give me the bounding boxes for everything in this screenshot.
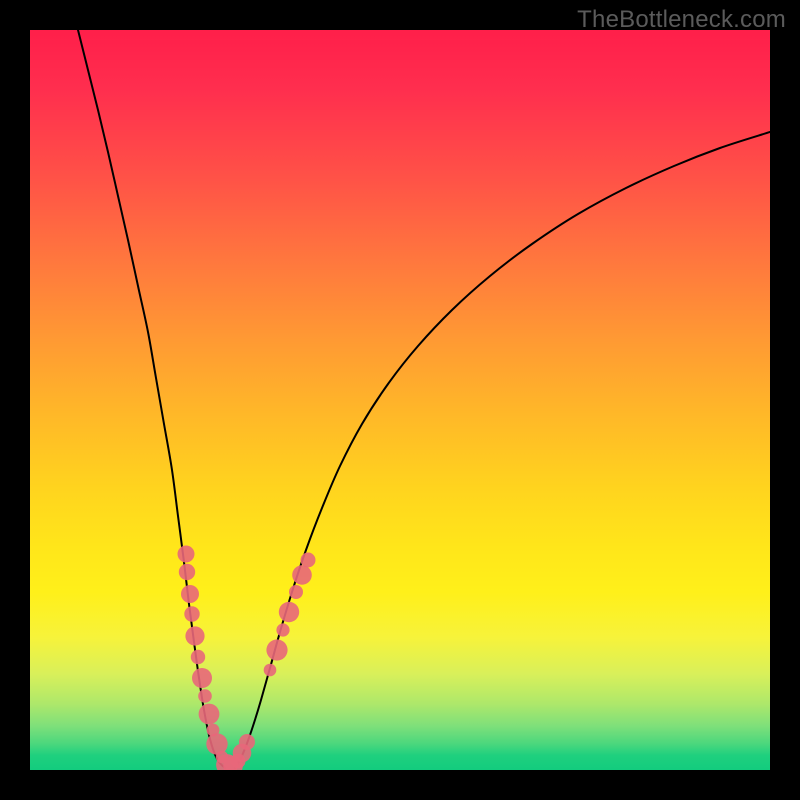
data-marker bbox=[301, 553, 316, 568]
data-marker bbox=[179, 564, 195, 580]
watermark-label: TheBottleneck.com bbox=[577, 6, 786, 34]
plot-area bbox=[30, 30, 770, 770]
data-marker bbox=[192, 668, 212, 688]
data-marker bbox=[184, 606, 199, 621]
data-marker bbox=[266, 639, 287, 660]
data-marker bbox=[292, 565, 312, 585]
data-marker bbox=[191, 650, 205, 664]
data-marker bbox=[181, 585, 199, 603]
chart-container: TheBottleneck.com bbox=[0, 0, 800, 800]
data-marker bbox=[239, 734, 255, 750]
data-marker bbox=[279, 602, 299, 622]
data-marker bbox=[198, 689, 212, 703]
data-marker bbox=[264, 664, 277, 677]
curve-layer bbox=[30, 30, 770, 770]
data-marker bbox=[289, 585, 303, 599]
curve-right bbox=[235, 132, 770, 768]
data-marker bbox=[276, 623, 289, 636]
data-marker bbox=[178, 546, 195, 563]
data-marker bbox=[185, 626, 204, 645]
data-marker bbox=[199, 704, 220, 725]
